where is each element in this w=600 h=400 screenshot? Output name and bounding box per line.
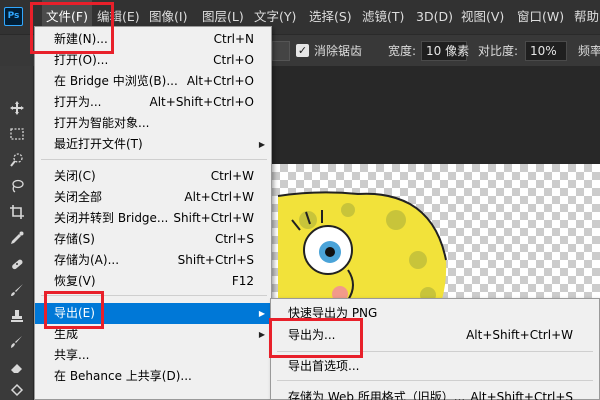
history-brush-icon[interactable] [3,330,31,354]
menu-item-quick-export-png[interactable]: 快速导出为 PNG [271,302,599,324]
menu-separator [277,351,593,352]
menu-item-shortcut: F12 [231,274,254,288]
menu-item-shortcut: Shift+Ctrl+W [173,211,254,225]
menu-item-open-smart-object[interactable]: 打开为智能对象... [35,113,271,134]
menu-item-shortcut: Alt+Shift+Ctrl+O [149,95,254,109]
crop-icon[interactable] [3,200,31,224]
menu-item-label: 存储为 Web 所用格式（旧版）... [288,390,466,400]
antialias-label: 消除锯齿 [314,44,363,58]
menu-item-shortcut: Shift+Ctrl+S [177,253,254,267]
menu-item-close[interactable]: 关闭(C) Ctrl+W [35,166,271,187]
submenu-arrow-icon: ▶ [258,140,265,149]
menu-item-open-as[interactable]: 打开为... Alt+Shift+Ctrl+O [35,92,271,113]
menu-item-label: 导出首选项... [288,359,360,373]
menu-item-close-go-bridge[interactable]: 关闭并转到 Bridge... Shift+Ctrl+W [35,208,271,229]
menu-separator [41,159,267,160]
menu-item-recent-files[interactable]: 最近打开文件(T) ▶ [35,134,271,155]
menu-item-share[interactable]: 共享... [35,345,271,366]
healing-brush-icon[interactable] [3,252,31,276]
menu-item-label: 关闭全部 [54,190,103,204]
menu-item-save-for-web[interactable]: 存储为 Web 所用格式（旧版）... Alt+Shift+Ctrl+S [271,386,599,400]
menu-item-label: 关闭并转到 Bridge... [54,211,169,225]
menu-item-open[interactable]: 打开(O)... Ctrl+O [35,50,271,71]
menu-item-shortcut: Ctrl+W [210,169,254,183]
menu-item-export-preferences[interactable]: 导出首选项... [271,355,599,377]
menu-item-revert[interactable]: 恢复(V) F12 [35,271,271,292]
eyedropper-icon[interactable] [3,226,31,250]
menu-item-save-as[interactable]: 存储为(A)... Shift+Ctrl+S [35,250,271,271]
menu-item-label: 恢复(V) [54,274,96,288]
menu-separator [41,295,267,296]
menu-item-shortcut: Alt+Shift+Ctrl+S [470,390,573,400]
menu-item-label: 快速导出为 PNG [288,306,378,320]
menu-item-export-as[interactable]: 导出为... Alt+Shift+Ctrl+W [271,324,599,346]
menu-item-save[interactable]: 存储(S) Ctrl+S [35,229,271,250]
width-label: 宽度: [388,44,417,58]
menu-help[interactable]: 帮助 [574,0,599,34]
photoshop-logo: Ps [4,7,23,26]
menu-item-label: 共享... [54,348,90,362]
move-icon[interactable] [3,96,31,120]
menu-item-generate[interactable]: 生成 ▶ [35,324,271,345]
menu-view[interactable]: 视图(V) [461,0,504,34]
marquee-icon[interactable] [3,122,31,146]
menu-item-browse-bridge[interactable]: 在 Bridge 中浏览(B)... Alt+Ctrl+O [35,71,271,92]
eraser-icon[interactable] [3,356,31,380]
menu-separator [277,380,593,381]
antialias-checkbox[interactable]: ✓ [296,44,309,57]
submenu-arrow-icon: ▶ [258,309,265,318]
menu-item-shortcut: Ctrl+S [214,232,254,246]
menu-item-label: 关闭(C) [54,169,96,183]
tools-panel [0,66,34,400]
menu-item-label: 最近打开文件(T) [54,137,143,151]
menu-item-new[interactable]: 新建(N)... Ctrl+N [35,29,271,50]
menu-window[interactable]: 窗口(W) [517,0,564,34]
menu-item-shortcut: Alt+Ctrl+O [186,74,254,88]
menu-item-shortcut: Ctrl+N [213,32,254,46]
menu-item-label: 新建(N)... [54,32,108,46]
option-toggle[interactable] [272,41,290,61]
menu-item-close-all[interactable]: 关闭全部 Alt+Ctrl+W [35,187,271,208]
menu-item-shortcut: Alt+Ctrl+W [184,190,254,204]
menu-item-label: 导出为... [288,328,336,342]
menu-item-label: 在 Bridge 中浏览(B)... [54,74,178,88]
contrast-field[interactable]: 10% [525,41,567,61]
menu-item-share-behance[interactable]: 在 Behance 上共享(D)... [35,366,271,387]
width-field[interactable]: 10 像素 [421,41,469,61]
menu-item-label: 打开为智能对象... [54,116,150,130]
file-menu: 新建(N)... Ctrl+N 打开(O)... Ctrl+O 在 Bridge… [34,26,272,400]
brush-icon[interactable] [3,278,31,302]
quick-select-icon[interactable] [3,148,31,172]
menu-item-label: 存储为(A)... [54,253,120,267]
clone-stamp-icon[interactable] [3,304,31,328]
paint-bucket-icon[interactable] [3,378,31,400]
menu-item-shortcut: Ctrl+O [213,53,254,67]
frequency-label: 频率 [578,44,600,58]
menu-3d[interactable]: 3D(D) [416,0,453,34]
menu-item-label: 存储(S) [54,232,95,246]
menu-item-shortcut: Alt+Shift+Ctrl+W [466,328,573,342]
menu-item-label: 打开为... [54,95,102,109]
contrast-label: 对比度: [478,44,519,58]
menu-item-label: 在 Behance 上共享(D)... [54,369,192,383]
lasso-icon[interactable] [3,174,31,198]
menu-item-label: 导出(E) [54,306,95,320]
submenu-arrow-icon: ▶ [258,330,265,339]
menu-filter[interactable]: 滤镜(T) [362,0,404,34]
menu-item-label: 打开(O)... [54,53,109,67]
menu-item-label: 生成 [54,327,79,341]
menu-item-export[interactable]: 导出(E) ▶ [35,303,271,324]
menu-select[interactable]: 选择(S) [309,0,352,34]
export-submenu: 快速导出为 PNG 导出为... Alt+Shift+Ctrl+W 导出首选项.… [270,298,600,400]
